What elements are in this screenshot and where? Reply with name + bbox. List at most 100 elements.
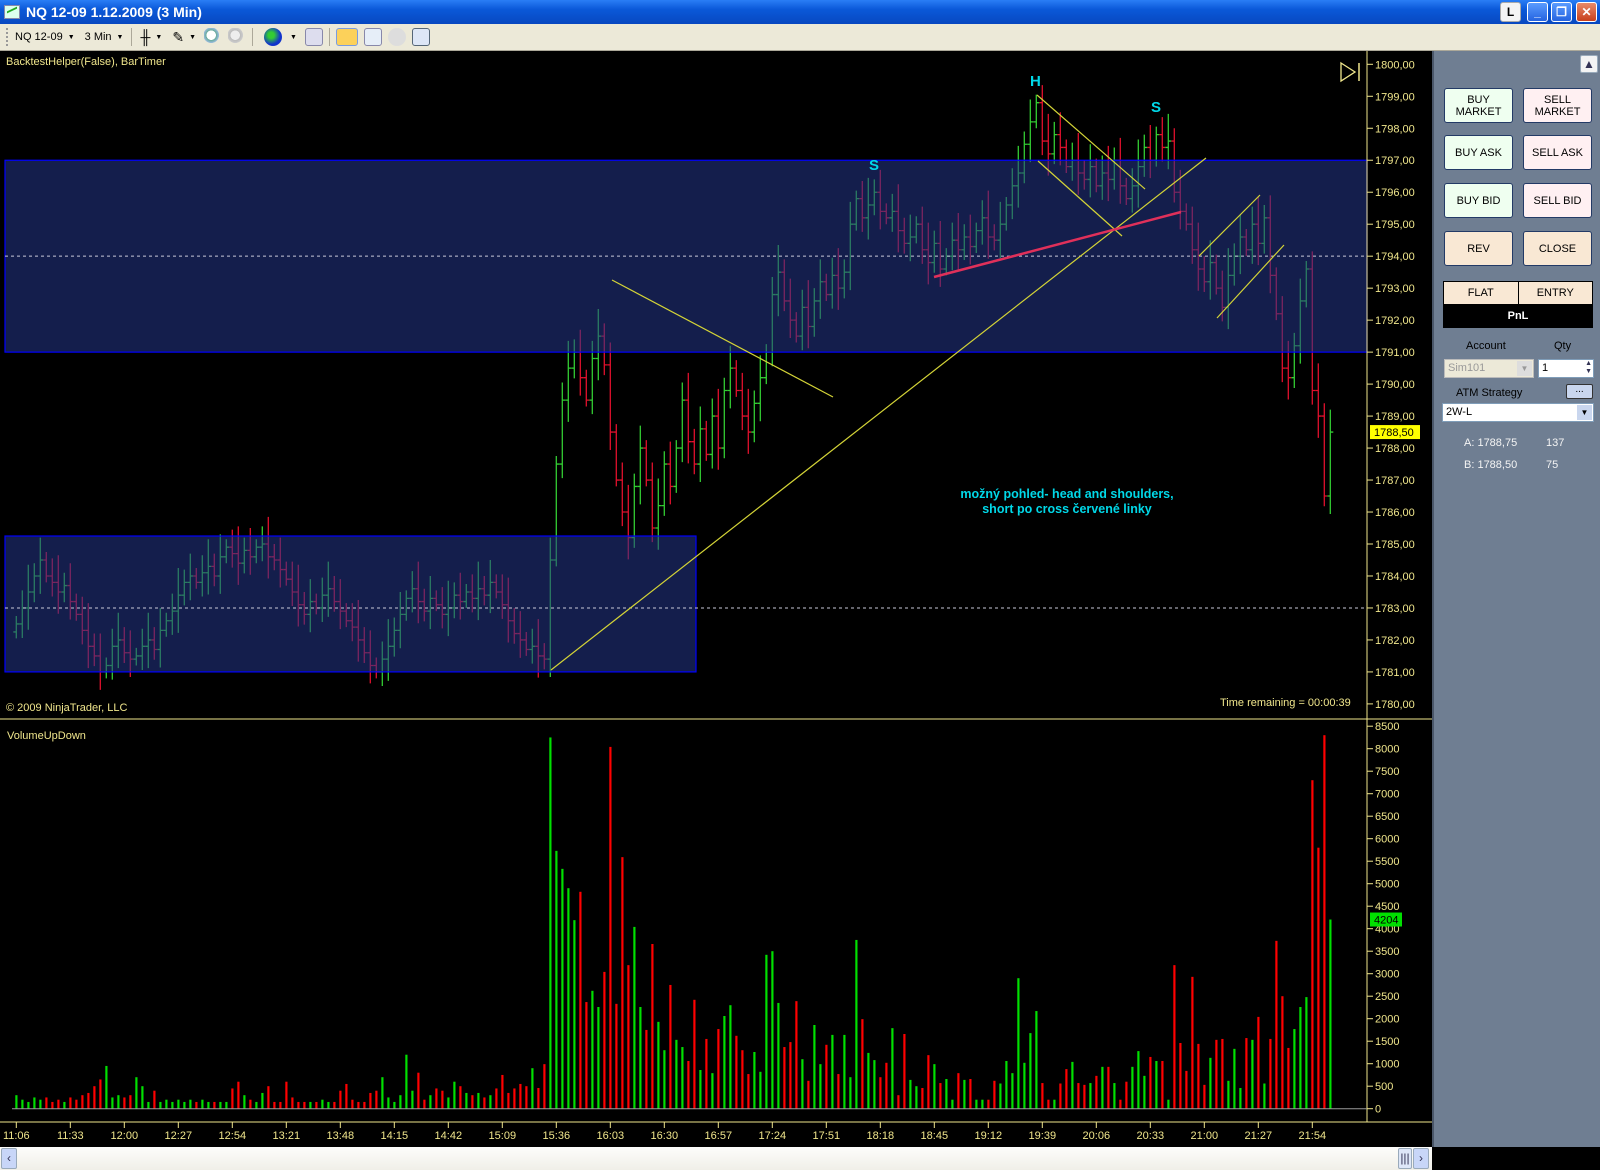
price-tick-label: 1782,00 xyxy=(1375,635,1415,647)
volume-bar xyxy=(45,1097,48,1109)
atm-strategy-edit-button[interactable]: ... xyxy=(1566,384,1593,399)
volume-bar xyxy=(699,1070,702,1109)
ask-price: A: 1788,75 xyxy=(1464,437,1518,449)
volume-bar xyxy=(1317,847,1320,1109)
price-bar xyxy=(691,428,698,475)
time-tick-label: 19:39 xyxy=(1029,1130,1057,1142)
volume-bar xyxy=(309,1101,312,1109)
volume-bar xyxy=(255,1101,258,1109)
scroll-right-icon[interactable]: › xyxy=(1413,1148,1429,1169)
time-tick-label: 19:12 xyxy=(975,1130,1003,1142)
bar-type-button[interactable]: ╫ ▼ xyxy=(135,26,167,48)
data-box-icon[interactable] xyxy=(304,28,323,46)
close-window-button[interactable]: ✕ xyxy=(1576,2,1597,22)
minimize-button[interactable]: _ xyxy=(1527,2,1548,22)
price-bar xyxy=(679,382,686,463)
interval-dropdown[interactable]: 3 Min ▼ xyxy=(80,26,129,48)
price-zone-rectangle[interactable] xyxy=(4,535,697,673)
chart-trader-icon[interactable] xyxy=(335,28,358,46)
maximize-button[interactable]: ❐ xyxy=(1551,2,1572,22)
volume-bar xyxy=(489,1095,492,1109)
volume-tick-label: 4500 xyxy=(1375,901,1399,913)
time-tick-label: 11:33 xyxy=(57,1130,84,1142)
price-tick-label: 1796,00 xyxy=(1375,187,1415,199)
zoom-in-icon[interactable] xyxy=(204,28,223,46)
buy-ask-button[interactable]: BUY ASK xyxy=(1444,135,1513,170)
properties-icon[interactable] xyxy=(411,28,430,46)
close-position-button[interactable]: CLOSE xyxy=(1523,231,1592,266)
time-tick-label: 18:18 xyxy=(867,1130,895,1142)
volume-bar xyxy=(177,1099,180,1109)
volume-bar xyxy=(1071,1061,1074,1109)
price-volume-chart[interactable]: 1800,00 1799,00 1798,00 1797,00 1796,00 1795,… xyxy=(0,51,1432,1147)
volume-bar xyxy=(93,1086,96,1109)
strategy-icon[interactable] xyxy=(387,28,406,46)
atm-strategy-select[interactable]: 2W-L ▼ xyxy=(1442,403,1594,422)
left-shoulder-label: S xyxy=(869,157,879,174)
globe-button[interactable]: ▼ xyxy=(256,26,302,48)
volume-bar xyxy=(435,1088,438,1109)
price-bar xyxy=(757,355,764,422)
buy-bid-button[interactable]: BUY BID xyxy=(1444,183,1513,218)
volume-bar xyxy=(519,1083,522,1109)
volume-bar xyxy=(261,1092,264,1109)
price-tick-label: 1793,00 xyxy=(1375,283,1415,295)
volume-bar xyxy=(945,1079,948,1109)
horizontal-scrollbar[interactable]: ‹ ||| › xyxy=(0,1147,1432,1170)
annotation-text-line1: možný pohled- head and shoulders, xyxy=(960,487,1173,501)
buy-market-button[interactable]: BUY MARKET xyxy=(1444,88,1513,123)
volume-bar xyxy=(1185,1070,1188,1109)
toolbar-divider xyxy=(328,28,330,46)
volume-bar xyxy=(111,1097,114,1109)
scroll-thumb[interactable]: ||| xyxy=(1398,1148,1412,1169)
current-price-label: 1788,50 xyxy=(1374,427,1414,439)
volume-bar xyxy=(771,951,774,1109)
price-bar xyxy=(1327,409,1334,514)
volume-tick-label: 2500 xyxy=(1375,991,1399,1003)
volume-bar xyxy=(171,1101,174,1109)
scroll-left-icon[interactable]: ‹ xyxy=(1,1148,17,1169)
price-bar xyxy=(739,372,746,431)
volume-bar xyxy=(147,1101,150,1109)
price-tick-label: 1795,00 xyxy=(1375,219,1415,231)
price-bar xyxy=(697,406,704,482)
link-button[interactable]: L xyxy=(1500,2,1521,22)
sell-market-button[interactable]: SELL MARKET xyxy=(1523,88,1592,123)
play-end-icon[interactable] xyxy=(1340,61,1360,83)
stepper-arrows-icon[interactable]: ▲ ▼ xyxy=(1585,360,1592,376)
volume-bar xyxy=(1251,1039,1254,1109)
account-select[interactable]: Sim101 ▼ xyxy=(1444,359,1534,378)
indicator-label: BacktestHelper(False), BarTimer xyxy=(6,56,166,68)
sell-bid-button[interactable]: SELL BID xyxy=(1523,183,1592,218)
price-tick-label: 1798,00 xyxy=(1375,123,1415,135)
volume-bar xyxy=(987,1099,990,1109)
volume-bar xyxy=(1245,1038,1248,1109)
volume-bar xyxy=(105,1065,108,1109)
price-bar xyxy=(1159,117,1166,162)
volume-bar xyxy=(837,1074,840,1109)
volume-bar xyxy=(135,1077,138,1109)
time-tick-label: 18:45 xyxy=(921,1130,949,1142)
volume-bar xyxy=(735,1035,738,1109)
volume-bar xyxy=(903,1034,906,1109)
sell-ask-button[interactable]: SELL ASK xyxy=(1523,135,1592,170)
volume-bar xyxy=(687,1061,690,1109)
right-shoulder-label: S xyxy=(1151,99,1161,116)
instrument-dropdown[interactable]: NQ 12-09 ▼ xyxy=(10,26,80,48)
volume-bar xyxy=(213,1101,216,1109)
volume-bar xyxy=(303,1101,306,1109)
bid-size: 75 xyxy=(1546,459,1559,471)
volume-bar xyxy=(777,1002,780,1109)
volume-bar xyxy=(513,1088,516,1109)
collapse-up-icon[interactable]: ▲ xyxy=(1580,55,1598,73)
zoom-out-icon[interactable] xyxy=(228,28,247,46)
volume-bar xyxy=(1191,976,1194,1109)
volume-bar xyxy=(333,1101,336,1109)
qty-stepper[interactable]: 1 ▲ ▼ xyxy=(1538,359,1594,378)
volume-bar xyxy=(1023,1062,1026,1109)
reverse-button[interactable]: REV xyxy=(1444,231,1513,266)
indicators-icon[interactable] xyxy=(363,28,382,46)
volume-bar xyxy=(1305,997,1308,1109)
drawing-tools-button[interactable]: ✎ ▼ xyxy=(167,26,201,48)
volume-bar xyxy=(1059,1083,1062,1109)
